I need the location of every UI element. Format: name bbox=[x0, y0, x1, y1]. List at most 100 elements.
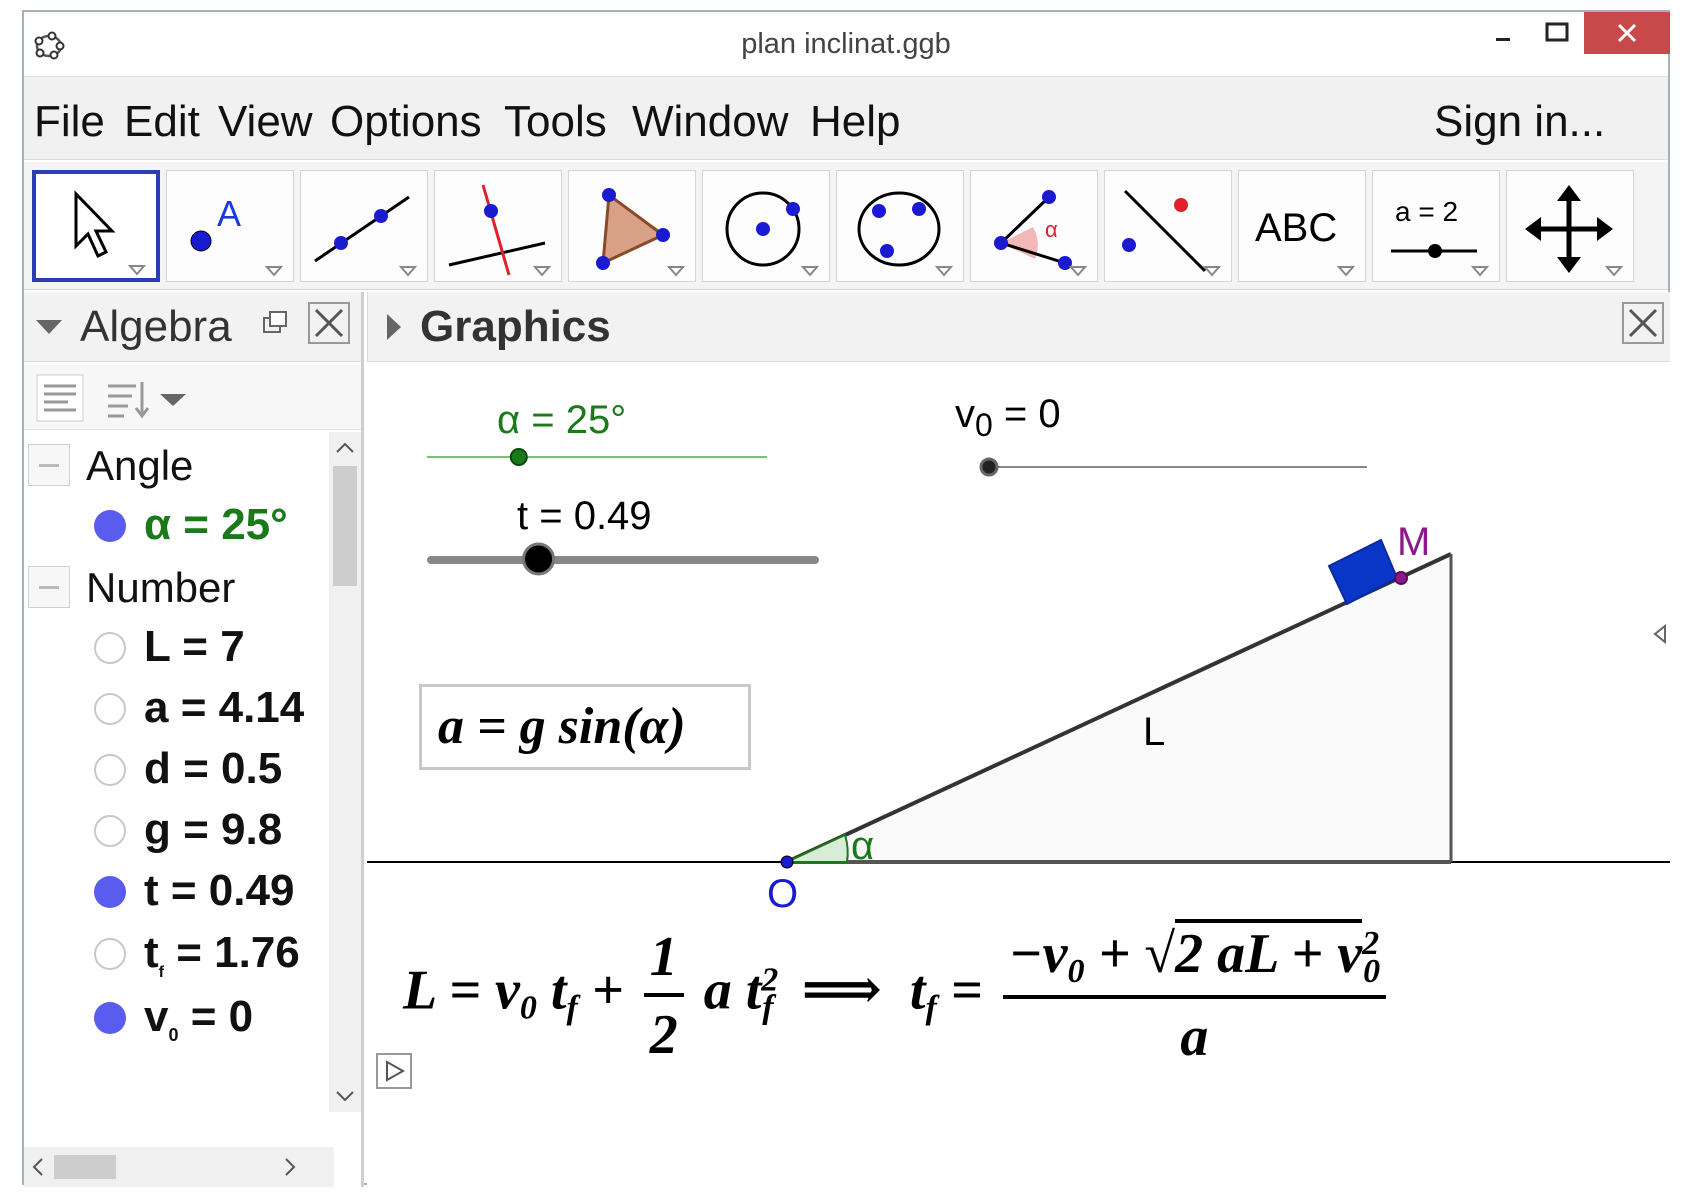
algebra-item-text: tf = 1.76 bbox=[144, 928, 300, 981]
motion-formula[interactable]: L = v0 tf + 12 a t2f ⟹ tf = −v0 + √2 aL … bbox=[403, 919, 1392, 1069]
tool-point[interactable]: A bbox=[166, 170, 294, 282]
move-arrow-icon bbox=[74, 190, 147, 276]
app-window: plan inclinat.ggb File Edit View Options… bbox=[22, 10, 1670, 1187]
algebra-item-t[interactable]: t = 0.49 bbox=[24, 862, 334, 924]
slider-v0-label: v0 = 0 bbox=[955, 392, 1061, 443]
algebra-item-text: α = 25° bbox=[144, 500, 288, 549]
undock-icon[interactable] bbox=[262, 310, 292, 336]
slider-v0-knob[interactable] bbox=[979, 457, 999, 477]
menu-help[interactable]: Help bbox=[810, 97, 901, 147]
point-icon: A bbox=[190, 193, 284, 277]
label-M: M bbox=[1397, 520, 1431, 564]
sort-objects-icon[interactable] bbox=[102, 374, 192, 422]
formula-a-box[interactable]: a = g sin(α) bbox=[419, 684, 751, 770]
menu-options[interactable]: Options bbox=[330, 97, 482, 147]
close-graphics-icon[interactable] bbox=[1622, 302, 1664, 344]
auxiliary-objects-icon[interactable] bbox=[36, 374, 84, 422]
algebra-item-text: d = 0.5 bbox=[144, 744, 283, 793]
group-label-angle: Angle bbox=[86, 442, 194, 489]
point-icon-label: A bbox=[217, 193, 241, 234]
label-O: O bbox=[767, 872, 799, 916]
collapse-angle-group[interactable] bbox=[28, 444, 70, 486]
collapse-triangle-icon[interactable] bbox=[34, 318, 64, 338]
visibility-toggle[interactable] bbox=[94, 754, 126, 786]
tool-polygon[interactable] bbox=[568, 170, 696, 282]
point-O[interactable] bbox=[780, 855, 794, 869]
slider-t-label: t = 0.49 bbox=[517, 494, 652, 538]
algebra-view: Algebra Angle α = 25° Number L = 7 a = 4… bbox=[24, 292, 364, 1187]
algebra-toolbar bbox=[24, 364, 361, 430]
visibility-toggle[interactable] bbox=[94, 693, 126, 725]
algebra-list: Angle α = 25° Number L = 7 a = 4.14 d = … bbox=[24, 432, 334, 1112]
maximize-button[interactable] bbox=[1530, 12, 1584, 54]
text-icon-label: ABC bbox=[1255, 206, 1337, 250]
slider-alpha-label: α = 25° bbox=[497, 398, 627, 442]
algebra-item-v0[interactable]: v0 = 0 bbox=[24, 988, 334, 1050]
algebra-item-a[interactable]: a = 4.14 bbox=[24, 679, 334, 741]
slider-t-knob[interactable] bbox=[522, 542, 556, 576]
toolbar: A α ABC a = 2 bbox=[24, 162, 1668, 290]
algebra-item-text: L = 7 bbox=[144, 622, 245, 671]
close-icon bbox=[1617, 23, 1637, 43]
tool-perpendicular-line[interactable] bbox=[434, 170, 562, 282]
h-scrollbar-track-icon bbox=[32, 1155, 296, 1179]
tool-slider[interactable]: a = 2 bbox=[1372, 170, 1500, 282]
algebra-item-L[interactable]: L = 7 bbox=[24, 618, 334, 680]
tool-angle[interactable]: α bbox=[970, 170, 1098, 282]
algebra-vertical-scrollbar[interactable] bbox=[329, 432, 361, 1112]
algebra-item-alpha[interactable]: α = 25° bbox=[24, 496, 334, 558]
point-M[interactable] bbox=[1394, 571, 1408, 585]
expand-triangle-icon[interactable] bbox=[384, 312, 404, 342]
window-title: plan inclinat.ggb bbox=[741, 28, 951, 60]
visibility-toggle[interactable] bbox=[94, 632, 126, 664]
slider-icon-label: a = 2 bbox=[1395, 196, 1458, 227]
title-bar: plan inclinat.ggb bbox=[24, 12, 1670, 74]
close-algebra-icon[interactable] bbox=[308, 302, 350, 344]
minimize-icon bbox=[1496, 38, 1510, 41]
angle-icon: α bbox=[994, 190, 1088, 277]
visibility-toggle[interactable] bbox=[94, 1002, 126, 1034]
graphics-canvas[interactable]: α = 25° v0 = 0 t = 0.49 a = g sin(α) M O… bbox=[367, 364, 1670, 1187]
perpendicular-line-icon bbox=[448, 184, 552, 277]
reflect-about-line-icon bbox=[1122, 189, 1222, 277]
algebra-item-d[interactable]: d = 0.5 bbox=[24, 740, 334, 802]
algebra-item-tf[interactable]: tf = 1.76 bbox=[24, 924, 334, 986]
close-window-button[interactable] bbox=[1584, 12, 1670, 54]
visibility-toggle[interactable] bbox=[94, 876, 126, 908]
tool-circle-three-points[interactable] bbox=[836, 170, 964, 282]
tool-reflect-about-line[interactable] bbox=[1104, 170, 1232, 282]
menu-bar: File Edit View Options Tools Window Help… bbox=[24, 76, 1668, 160]
side-panel-toggle-icon[interactable] bbox=[1653, 623, 1666, 645]
collapse-number-group[interactable] bbox=[28, 566, 70, 608]
slider-alpha-knob[interactable] bbox=[509, 448, 528, 466]
menu-window[interactable]: Window bbox=[632, 97, 789, 147]
algebra-item-text: v0 = 0 bbox=[144, 992, 254, 1045]
algebra-horizontal-scrollbar[interactable] bbox=[24, 1147, 334, 1187]
tool-text[interactable]: ABC bbox=[1238, 170, 1366, 282]
tool-move[interactable] bbox=[32, 170, 160, 282]
algebra-title: Algebra bbox=[80, 302, 232, 351]
tool-circle-center-point[interactable] bbox=[702, 170, 830, 282]
circle-center-point-icon bbox=[725, 191, 820, 277]
minimize-button[interactable] bbox=[1476, 12, 1530, 54]
tool-move-graphics-view[interactable] bbox=[1506, 170, 1634, 282]
algebra-header: Algebra bbox=[24, 292, 361, 362]
line-icon bbox=[314, 195, 418, 277]
visibility-toggle[interactable] bbox=[94, 510, 126, 542]
menu-tools[interactable]: Tools bbox=[504, 97, 607, 147]
visibility-toggle[interactable] bbox=[94, 938, 126, 970]
formula-a: a = g sin(α) bbox=[438, 698, 686, 755]
menu-edit[interactable]: Edit bbox=[124, 97, 200, 147]
visibility-toggle[interactable] bbox=[94, 815, 126, 847]
angle-icon-label: α bbox=[1045, 217, 1058, 242]
menu-file[interactable]: File bbox=[34, 97, 105, 147]
menu-view[interactable]: View bbox=[218, 97, 313, 147]
maximize-icon bbox=[1545, 22, 1569, 42]
algebra-item-text: a = 4.14 bbox=[144, 683, 305, 732]
graphics-title: Graphics bbox=[420, 302, 611, 351]
algebra-item-g[interactable]: g = 9.8 bbox=[24, 801, 334, 863]
tool-line[interactable] bbox=[300, 170, 428, 282]
sign-in-link[interactable]: Sign in... bbox=[1434, 97, 1605, 147]
scrollbar-track-icon bbox=[333, 442, 357, 1102]
graphics-view: Graphics α = 25° v0 = 0 t = 0.49 a = g s… bbox=[367, 292, 1670, 1187]
